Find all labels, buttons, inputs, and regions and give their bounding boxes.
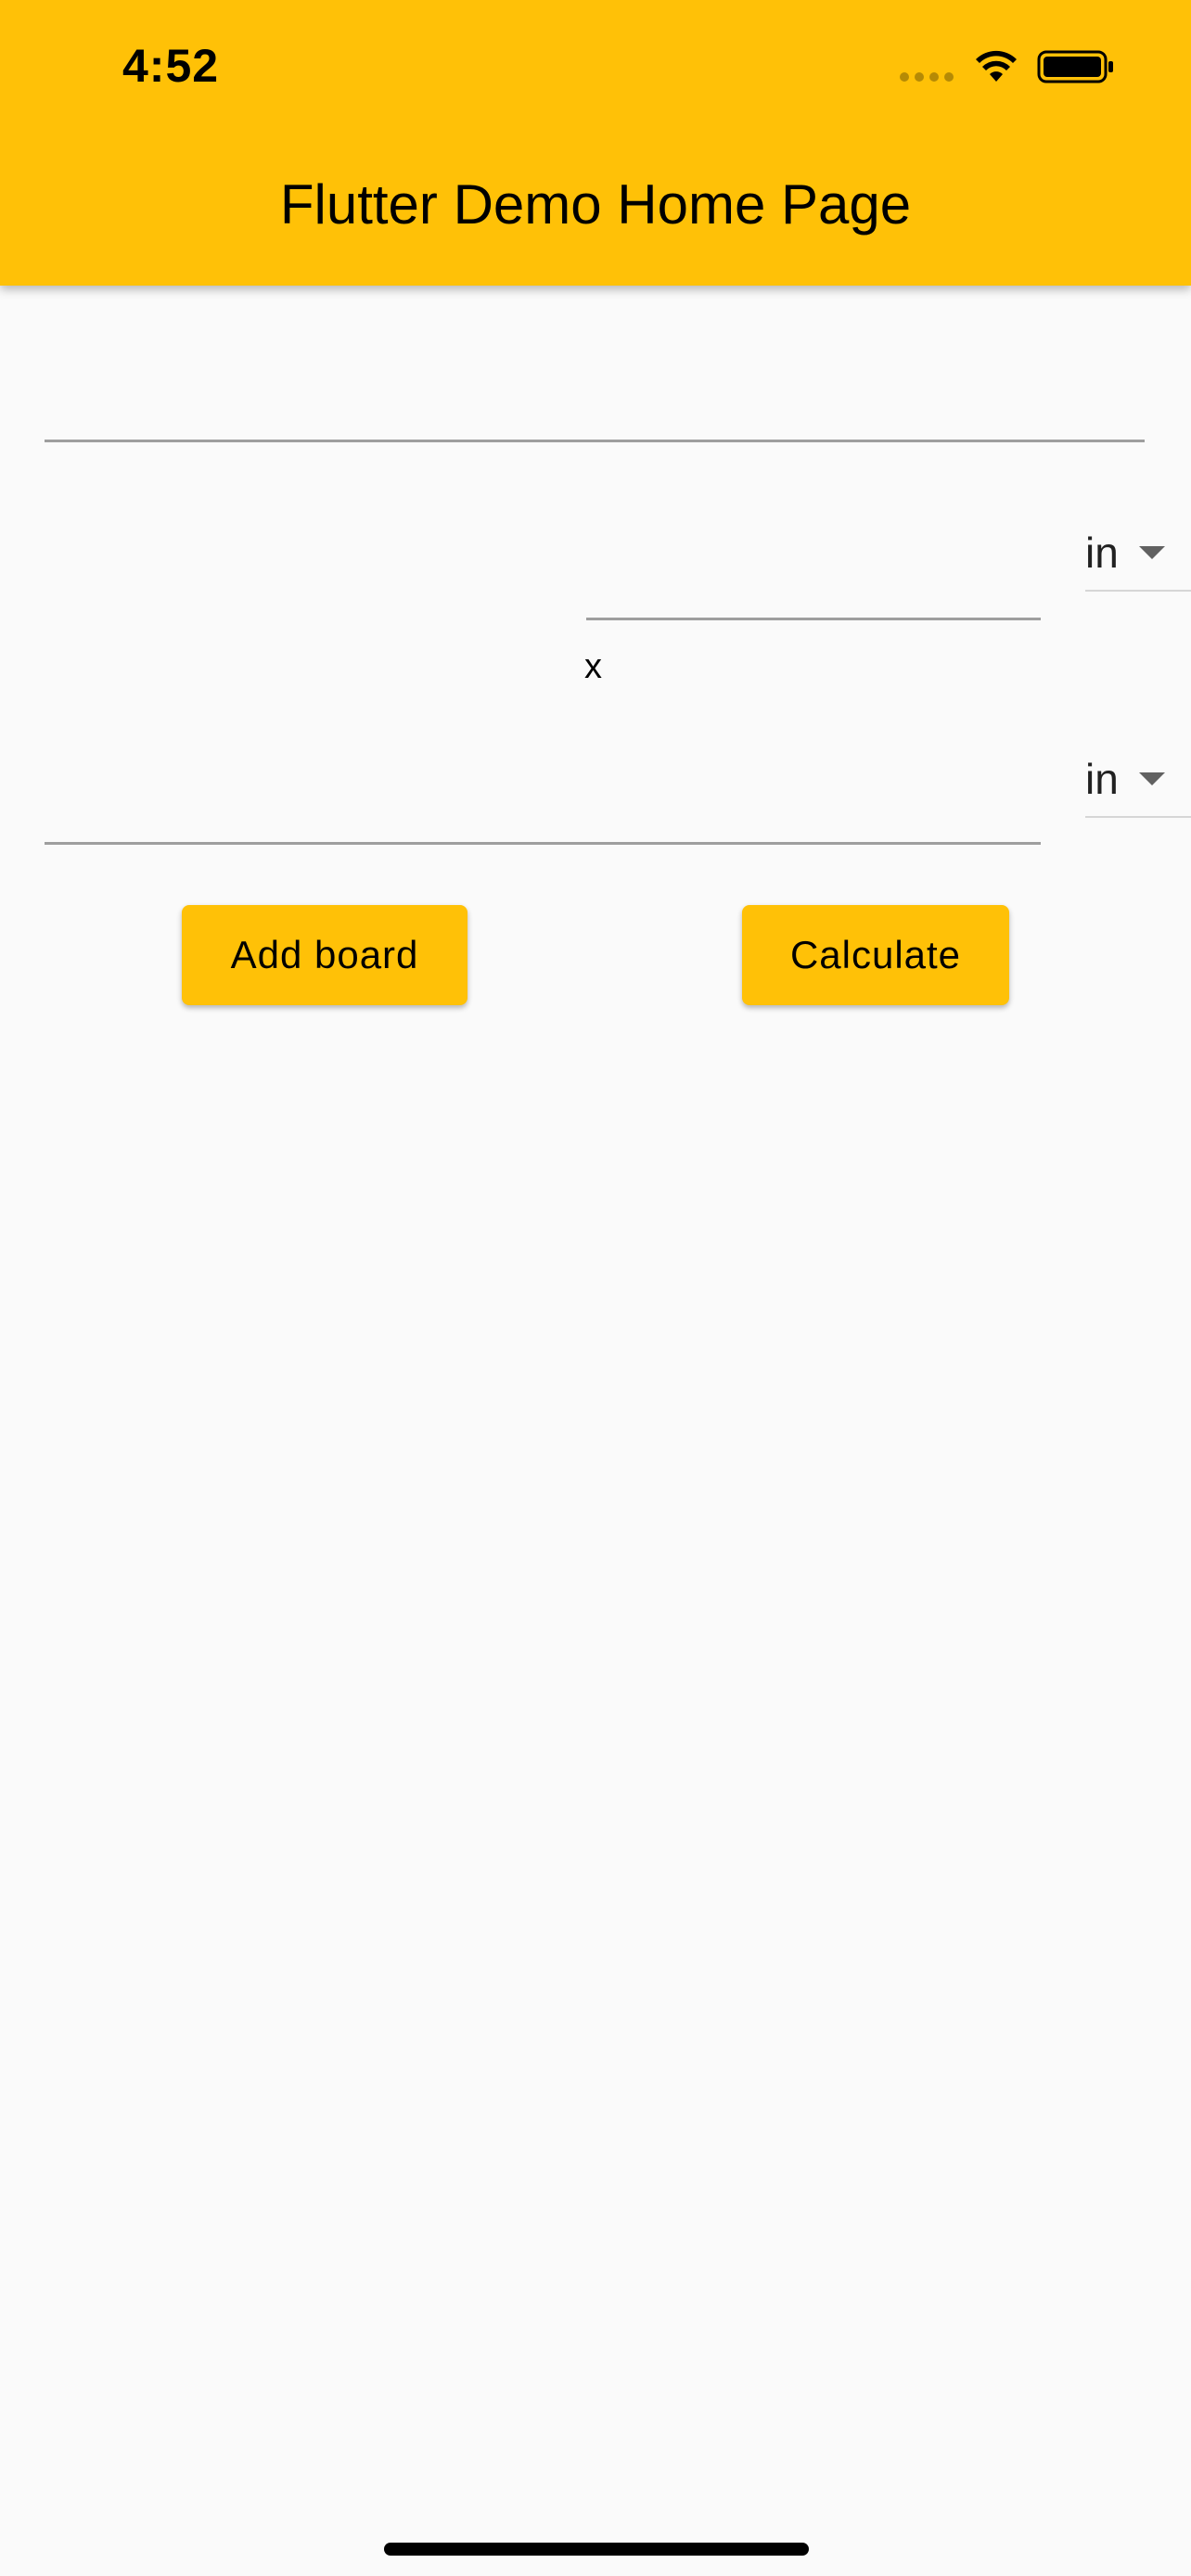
- length-unit-dropdown[interactable]: in: [1085, 742, 1191, 818]
- width-unit-value: in: [1085, 529, 1119, 577]
- cellular-signal-icon: [900, 72, 954, 82]
- length-unit-value: in: [1085, 755, 1119, 803]
- width-input[interactable]: [586, 549, 1041, 614]
- battery-icon: [1037, 50, 1113, 83]
- app-bar: 4:52 Flutter Demo Home Page: [0, 0, 1191, 286]
- dropdown-arrow-icon: [1138, 772, 1165, 785]
- wifi-icon: [976, 50, 1017, 82]
- board-name-input[interactable]: [45, 371, 1145, 436]
- calculate-button[interactable]: Calculate: [742, 905, 1009, 1005]
- status-time: 4:52: [122, 40, 220, 92]
- dropdown-arrow-icon: [1138, 546, 1165, 559]
- add-board-button[interactable]: Add board: [182, 905, 467, 1005]
- length-underline: [45, 842, 1041, 845]
- width-underline: [586, 618, 1041, 620]
- length-input[interactable]: [45, 775, 1041, 840]
- board-name-underline: [45, 440, 1145, 442]
- times-label: x: [584, 647, 602, 686]
- width-unit-dropdown[interactable]: in: [1085, 516, 1191, 592]
- home-indicator: [384, 2543, 809, 2556]
- page-title: Flutter Demo Home Page: [279, 173, 912, 236]
